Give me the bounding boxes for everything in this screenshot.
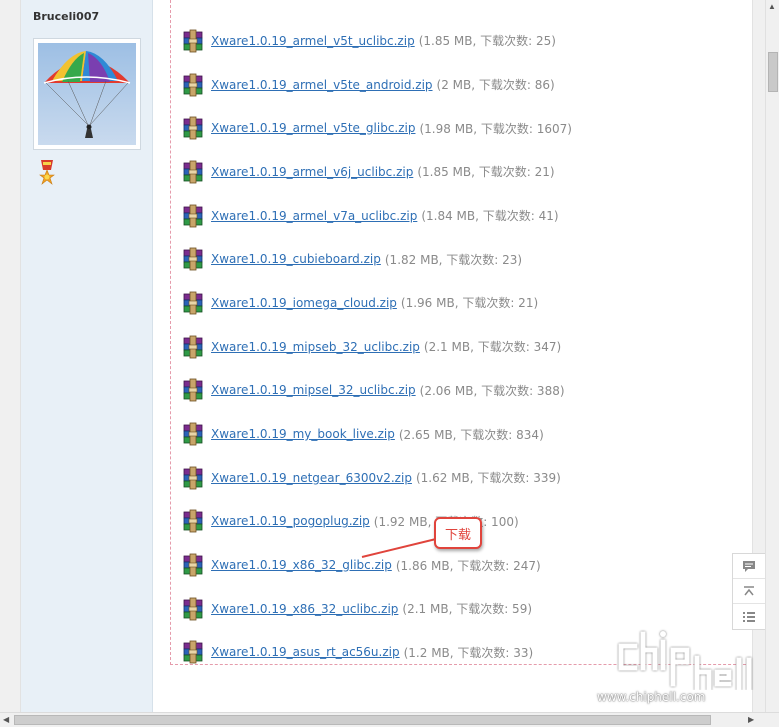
attachment-meta: (1.84 MB, 下载次数: 41): [421, 209, 559, 224]
scroll-right-icon[interactable]: ▶: [748, 715, 754, 724]
download-callout: 下载: [434, 517, 482, 549]
vertical-scrollbar[interactable]: ▲: [765, 0, 779, 712]
avatar[interactable]: [33, 38, 141, 150]
back-to-top-icon[interactable]: [733, 579, 765, 604]
attachment-meta: (1.82 MB, 下载次数: 23): [384, 252, 523, 267]
attachment-list: Xware1.0.19_armel_v5t_uclibc.zip (1.85 M…: [181, 19, 572, 674]
attachment-link[interactable]: Xware1.0.19_armel_v7a_uclibc.zip: [211, 209, 417, 223]
comment-icon[interactable]: [733, 554, 765, 579]
side-toolbar: [732, 553, 766, 630]
attachment-item: Xware1.0.19_asus_rt_ac56u.zip (1.2 MB, 下…: [181, 631, 572, 675]
rar-archive-icon[interactable]: [181, 291, 205, 315]
rar-archive-icon[interactable]: [181, 597, 205, 621]
vertical-scroll-thumb[interactable]: [768, 52, 778, 92]
callout-arrow: [361, 538, 437, 558]
author-sidebar: Bruceli007: [21, 0, 153, 712]
rar-archive-icon[interactable]: [181, 204, 205, 228]
author-name[interactable]: Bruceli007: [33, 10, 99, 23]
rar-archive-icon[interactable]: [181, 553, 205, 577]
scroll-up-icon[interactable]: ▲: [768, 2, 776, 11]
horizontal-scroll-thumb[interactable]: [14, 715, 711, 725]
rar-archive-icon[interactable]: [181, 509, 205, 533]
attachment-link[interactable]: Xware1.0.19_pogoplug.zip: [211, 514, 370, 528]
post-content: Xware1.0.19_armel_v5t_uclibc.zip (1.85 M…: [170, 0, 746, 665]
attachment-link[interactable]: Xware1.0.19_iomega_cloud.zip: [211, 296, 397, 310]
attachment-meta: (2 MB, 下载次数: 86): [436, 78, 555, 93]
attachment-item: Xware1.0.19_armel_v6j_uclibc.zip (1.85 M…: [181, 150, 572, 194]
attachment-meta: (1.98 MB, 下载次数: 1607): [419, 121, 572, 136]
attachment-meta: (1.2 MB, 下载次数: 33): [403, 645, 534, 660]
attachment-meta: (2.65 MB, 下载次数: 834): [398, 427, 544, 442]
horizontal-scrollbar[interactable]: ◀ ▶: [0, 712, 779, 727]
rar-archive-icon[interactable]: [181, 73, 205, 97]
attachment-meta: (1.85 MB, 下载次数: 25): [418, 34, 556, 49]
attachment-link[interactable]: Xware1.0.19_armel_v6j_uclibc.zip: [211, 165, 413, 179]
scroll-left-icon[interactable]: ◀: [3, 715, 9, 724]
attachment-link[interactable]: Xware1.0.19_mipseb_32_uclibc.zip: [211, 340, 420, 354]
attachment-meta: (1.96 MB, 下载次数: 21): [400, 296, 539, 311]
attachment-link[interactable]: Xware1.0.19_cubieboard.zip: [211, 252, 381, 266]
attachment-item: Xware1.0.19_my_book_live.zip (2.65 MB, 下…: [181, 412, 572, 456]
attachment-item: Xware1.0.19_cubieboard.zip (1.82 MB, 下载次…: [181, 237, 572, 281]
attachment-link[interactable]: Xware1.0.19_armel_v5t_uclibc.zip: [211, 34, 415, 48]
forum-post: Bruceli007 Xware1.0.19_armel_v5t_uclibc.…: [20, 0, 753, 712]
page-background: Bruceli007 Xware1.0.19_armel_v5t_uclibc.…: [0, 0, 765, 712]
attachment-link[interactable]: Xware1.0.19_armel_v5te_android.zip: [211, 78, 433, 92]
attachment-meta: (2.1 MB, 下载次数: 347): [423, 340, 562, 355]
attachment-meta: (2.06 MB, 下载次数: 388): [419, 383, 565, 398]
attachment-link[interactable]: Xware1.0.19_my_book_live.zip: [211, 427, 395, 441]
medal-icon[interactable]: [37, 160, 57, 195]
attachment-item: Xware1.0.19_netgear_6300v2.zip (1.62 MB,…: [181, 456, 572, 500]
attachment-link[interactable]: Xware1.0.19_netgear_6300v2.zip: [211, 471, 412, 485]
attachment-item: Xware1.0.19_iomega_cloud.zip (1.96 MB, 下…: [181, 281, 572, 325]
attachment-item: Xware1.0.19_armel_v5te_android.zip (2 MB…: [181, 63, 572, 107]
rar-archive-icon[interactable]: [181, 422, 205, 446]
attachment-item: Xware1.0.19_mipsel_32_uclibc.zip (2.06 M…: [181, 369, 572, 413]
rar-archive-icon[interactable]: [181, 160, 205, 184]
rar-archive-icon[interactable]: [181, 640, 205, 664]
rar-archive-icon[interactable]: [181, 378, 205, 402]
attachment-link[interactable]: Xware1.0.19_asus_rt_ac56u.zip: [211, 645, 400, 659]
rar-archive-icon[interactable]: [181, 247, 205, 271]
attachment-link[interactable]: Xware1.0.19_armel_v5te_glibc.zip: [211, 121, 415, 135]
attachment-item: Xware1.0.19_armel_v5te_glibc.zip (1.98 M…: [181, 106, 572, 150]
attachment-link[interactable]: Xware1.0.19_x86_32_uclibc.zip: [211, 602, 398, 616]
attachment-item: Xware1.0.19_mipseb_32_uclibc.zip (2.1 MB…: [181, 325, 572, 369]
attachment-meta: (2.1 MB, 下载次数: 59): [402, 602, 533, 617]
attachment-item: Xware1.0.19_armel_v5t_uclibc.zip (1.85 M…: [181, 19, 572, 63]
attachment-item: Xware1.0.19_armel_v7a_uclibc.zip (1.84 M…: [181, 194, 572, 238]
rar-archive-icon[interactable]: [181, 116, 205, 140]
attachment-meta: (1.62 MB, 下载次数: 339): [415, 471, 561, 486]
attachment-item: Xware1.0.19_x86_32_uclibc.zip (2.1 MB, 下…: [181, 587, 572, 631]
rar-archive-icon[interactable]: [181, 335, 205, 359]
rar-archive-icon[interactable]: [181, 466, 205, 490]
attachment-link[interactable]: Xware1.0.19_mipsel_32_uclibc.zip: [211, 383, 416, 397]
list-icon[interactable]: [733, 604, 765, 629]
rar-archive-icon[interactable]: [181, 29, 205, 53]
attachment-meta: (1.85 MB, 下载次数: 21): [417, 165, 555, 180]
